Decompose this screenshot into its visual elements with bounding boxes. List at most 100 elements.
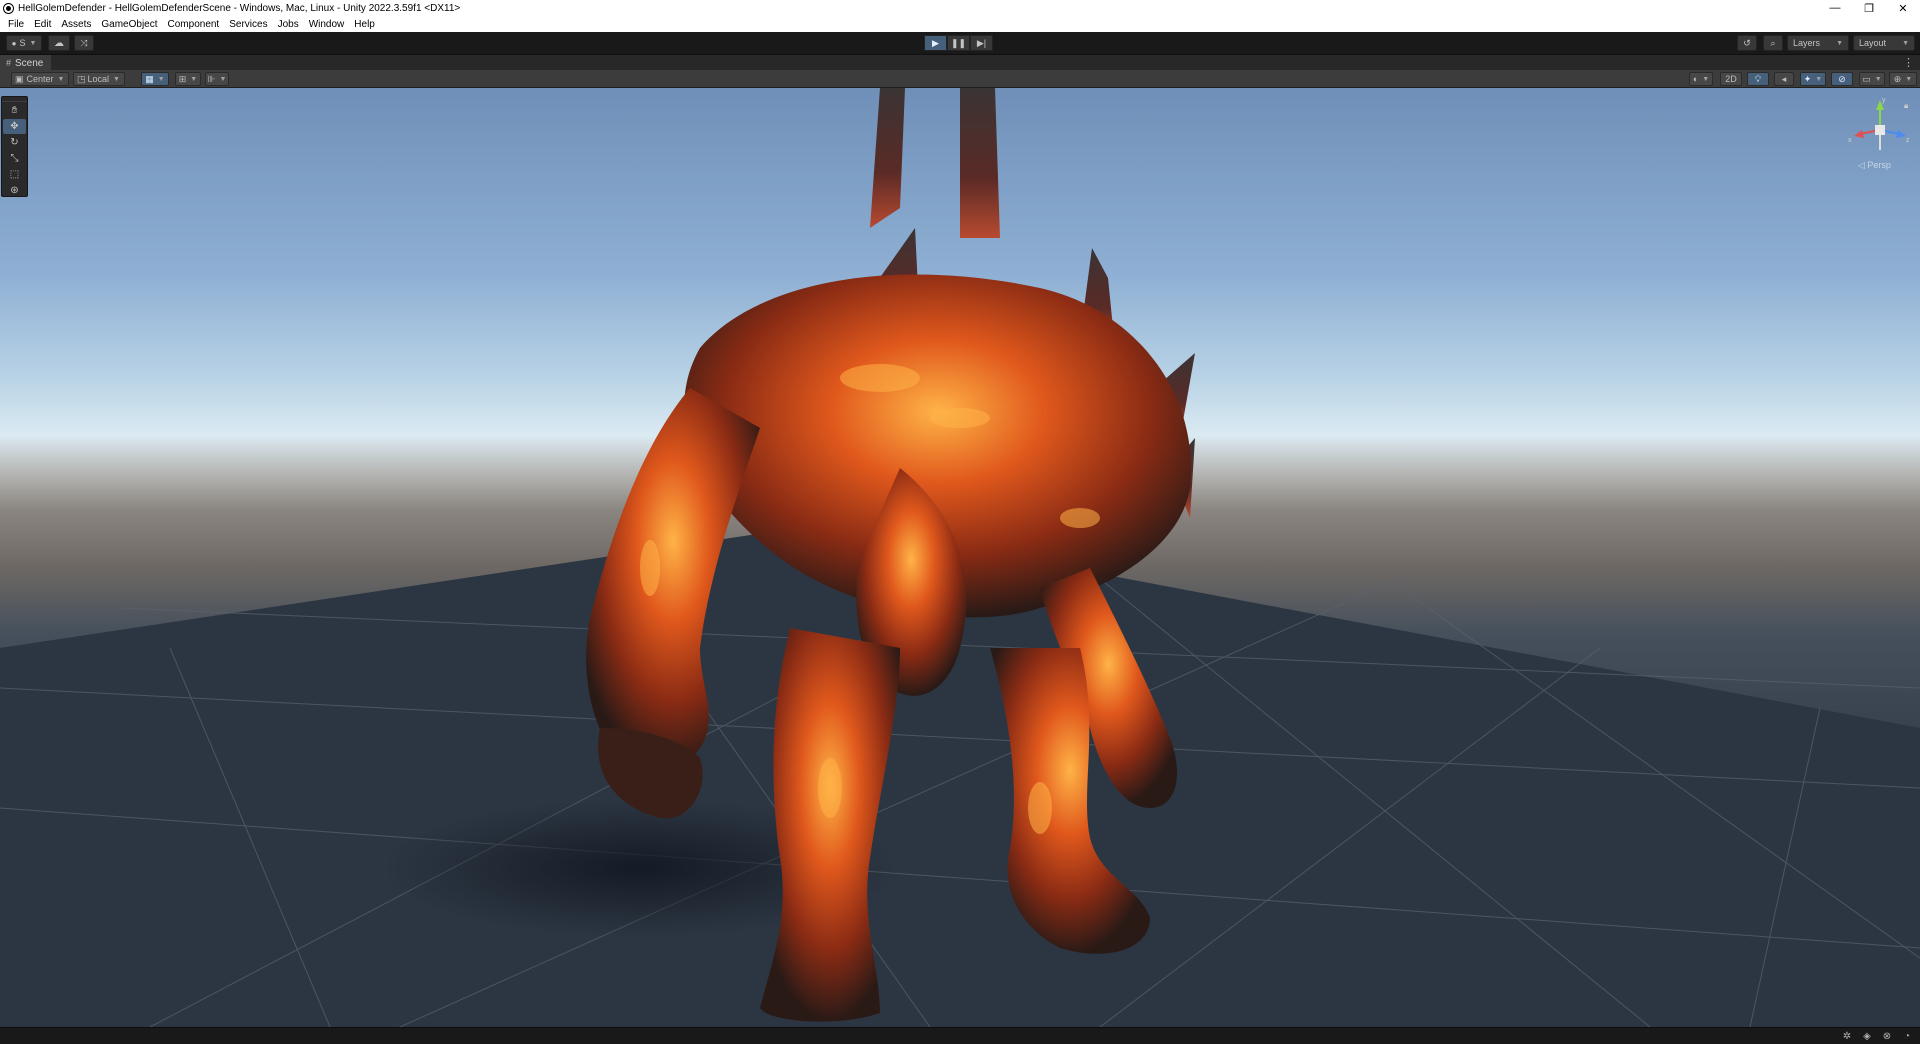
shading-mode-icon: ◐ — [1692, 74, 1699, 84]
search-icon: ⌕ — [1770, 37, 1776, 48]
grid-snapping-button[interactable]: ⊞ ▼ — [175, 72, 201, 86]
scene-viewport[interactable] — [0, 88, 1920, 1027]
x-axis-handle[interactable] — [1854, 130, 1864, 138]
performance-icon[interactable]: ⊗ — [1880, 1030, 1894, 1042]
rotate-tool-button[interactable]: ↻ — [3, 135, 26, 150]
layout-dropdown[interactable]: Layout ▼ — [1853, 35, 1915, 51]
search-button[interactable]: ⌕ — [1763, 35, 1783, 51]
menu-services[interactable]: Services — [224, 19, 272, 30]
layers-dropdown[interactable]: Layers ▼ — [1787, 35, 1849, 51]
tools-overlay: ✋︎ ✥ ↻ ⤡ ⬚ ⊛ — [1, 96, 28, 197]
account-dropdown[interactable]: ● S ▼ — [6, 35, 42, 51]
menu-file[interactable]: File — [3, 19, 29, 30]
lock-icon[interactable]: 🔒︎ — [1904, 101, 1908, 110]
menu-gameobject[interactable]: GameObject — [96, 19, 162, 30]
rect-tool-button[interactable]: ⬚ — [3, 167, 26, 182]
more-options-icon[interactable]: ⋮ — [1903, 56, 1914, 69]
debug-mode-icon[interactable]: ✲ — [1840, 1030, 1854, 1042]
layout-label: Layout — [1859, 38, 1887, 48]
close-button[interactable]: ✕ — [1886, 0, 1920, 16]
move-icon: ✥ — [10, 121, 19, 132]
draw-mode-dropdown[interactable]: ◐ ▼ — [1689, 72, 1713, 86]
effects-icon: ✦ — [1803, 73, 1812, 84]
menu-edit[interactable]: Edit — [29, 19, 56, 30]
menu-jobs[interactable]: Jobs — [273, 19, 304, 30]
increment-snap-icon: ⊪ — [207, 73, 216, 84]
menu-help[interactable]: Help — [349, 19, 380, 30]
scale-icon: ⤡ — [10, 153, 19, 164]
move-tool-button[interactable]: ✥ — [3, 119, 26, 134]
scale-tool-button[interactable]: ⤡ — [3, 151, 26, 166]
step-button[interactable]: ▶| — [970, 35, 993, 51]
gizmos-dropdown[interactable]: ⊕ ▼ — [1889, 72, 1917, 86]
pivot-label: Center — [26, 74, 54, 84]
undo-history-button[interactable]: ↺ — [1737, 35, 1757, 51]
rotate-icon: ↻ — [10, 137, 19, 148]
rect-icon: ⬚ — [9, 169, 20, 180]
scene-toolbar: ▣ Center ▼ ◳ Local ▼ ▦ ▼ ⊞ ▼ ⊪ ▼ ◐ ▼ 2D … — [0, 70, 1920, 88]
scene-visibility-button[interactable]: ⊘ — [1831, 72, 1853, 86]
title-bar: HellGolemDefender - HellGolemDefenderSce… — [0, 0, 1920, 16]
status-icons: ✲ ◈ ⊗ ◔ — [1840, 1030, 1914, 1042]
unity-logo-icon — [3, 2, 14, 14]
main-toolbar: ● S ▼ ☁ ⤨ ▶ ❚❚ ▶| ↺ ⌕ Layers ▼ Layout ▼ — [0, 32, 1920, 54]
gizmo-x-label: x — [1848, 137, 1852, 144]
chevron-down-icon: ▼ — [1815, 75, 1823, 83]
minimize-button[interactable]: — — [1818, 0, 1852, 16]
chevron-down-icon: ▼ — [1905, 75, 1913, 83]
chevron-down-icon: ▼ — [219, 75, 227, 83]
camera-settings-dropdown[interactable]: ▭ ▼ — [1859, 72, 1885, 86]
collab-button[interactable]: ⤨ — [74, 35, 94, 51]
gizmo-center[interactable] — [1875, 125, 1885, 135]
chevron-down-icon: ▼ — [1874, 75, 1882, 83]
transform-tool-button[interactable]: ⊛ — [3, 183, 26, 198]
space-dropdown[interactable]: ◳ Local ▼ — [73, 72, 125, 86]
menu-assets[interactable]: Assets — [56, 19, 96, 30]
effects-dropdown[interactable]: ✦ ▼ — [1800, 72, 1826, 86]
audio-toggle-button[interactable]: ◂ — [1774, 72, 1794, 86]
restore-button[interactable]: ❐ — [1852, 0, 1886, 16]
account-icon: ● — [11, 38, 17, 48]
transform-icon: ⊛ — [10, 185, 19, 196]
version-control-icon: ⤨ — [80, 37, 88, 48]
progress-icon[interactable]: ◈ — [1860, 1030, 1874, 1042]
tab-strip: # Scene ⋮ — [0, 54, 1920, 71]
chevron-down-icon: ▼ — [1836, 39, 1843, 47]
2d-toggle-button[interactable]: 2D — [1720, 72, 1742, 86]
camera-icon: ▭ — [1862, 73, 1871, 84]
gizmo-y-label: y — [1882, 97, 1886, 104]
pivot-icon: ▣ — [15, 73, 24, 84]
increment-snap-button[interactable]: ⊪ ▼ — [205, 72, 229, 86]
hand-icon: ✋︎ — [11, 105, 18, 116]
hand-tool-button[interactable]: ✋︎ — [3, 103, 26, 118]
window-controls: — ❐ ✕ — [1818, 0, 1920, 16]
z-axis-handle[interactable] — [1896, 130, 1906, 138]
tab-scene[interactable]: # Scene — [0, 55, 52, 71]
cloud-icon: ☁ — [54, 37, 64, 49]
play-icon: ▶ — [932, 37, 939, 48]
pause-button[interactable]: ❚❚ — [947, 35, 970, 51]
snap-grid-icon: ⊞ — [178, 73, 187, 84]
scene-render — [0, 88, 1920, 1027]
visibility-icon: ⊘ — [1838, 73, 1846, 84]
audio-icon: ◂ — [1781, 73, 1787, 84]
grid-visibility-button[interactable]: ▦ ▼ — [141, 72, 169, 86]
pivot-dropdown[interactable]: ▣ Center ▼ — [11, 72, 69, 86]
tab-scene-label: Scene — [15, 57, 44, 69]
gizmo-z-label: z — [1906, 137, 1910, 144]
menu-window[interactable]: Window — [304, 19, 350, 30]
cloud-button[interactable]: ☁ — [48, 35, 70, 51]
chevron-down-icon: ▼ — [113, 75, 120, 83]
2d-label: 2D — [1725, 74, 1737, 84]
projection-label[interactable]: ◁ Persp — [1858, 160, 1891, 171]
account-label: S — [19, 38, 26, 48]
chevron-down-icon: ▼ — [157, 75, 165, 83]
chevron-down-icon: ▼ — [29, 39, 37, 47]
lighting-toggle-button[interactable]: 💡︎ — [1747, 72, 1769, 86]
play-controls: ▶ ❚❚ ▶| — [924, 35, 993, 51]
play-button[interactable]: ▶ — [924, 35, 947, 51]
status-bar: ✲ ◈ ⊗ ◔ — [0, 1027, 1920, 1044]
notifications-icon[interactable]: ◔ — [1900, 1030, 1914, 1042]
menu-component[interactable]: Component — [163, 19, 225, 30]
overlay-grip[interactable] — [2, 97, 27, 102]
